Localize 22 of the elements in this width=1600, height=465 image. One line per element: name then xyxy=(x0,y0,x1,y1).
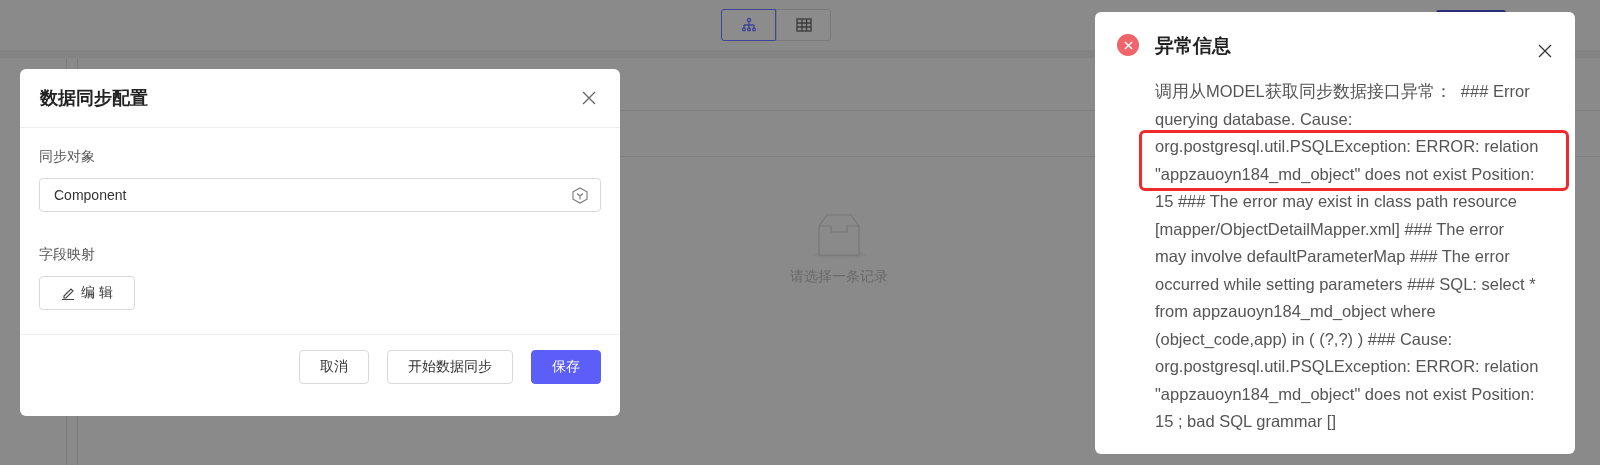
table-icon xyxy=(795,18,812,32)
close-icon xyxy=(1538,44,1552,58)
view-toggle[interactable] xyxy=(776,9,831,41)
dialog-button[interactable]: 开始数据同步 xyxy=(387,350,513,384)
error-message: 调用从MODEL获取同步数据接口异常： ### Error querying database. Cause: org.postgresql.util.PSQLException: ERROR: relation "appzauoyn184_md_object" does not exist Position: 15 ### The error may exist in class path resource [mapper/ObjectDetailMapper.xml] ### The error may involve defaultParameterMap ### The error occurred while setting parameters ### SQL: select * from appzauoyn184_md_object where (object_code,app) in ( (?,?) ) ### Cause: org.postgresql.util.PSQLException: ERROR: relation "appzauoyn184_md_object" does not exist Position: 15 ; bad SQL grammar [] xyxy=(1155,81,1540,432)
close-button[interactable] xyxy=(582,91,596,105)
cube-icon xyxy=(572,186,588,204)
hierarchy-icon xyxy=(740,17,757,33)
field-label: 字段映射 xyxy=(39,245,96,264)
error-title: 异常信息 xyxy=(1155,34,1232,58)
pencil-icon xyxy=(61,286,76,300)
dialog-title: 数据同步配置 xyxy=(40,87,148,110)
close-icon xyxy=(582,91,596,105)
edit-button[interactable]: 编 辑 xyxy=(39,276,135,310)
close-button[interactable] xyxy=(1538,44,1552,58)
field-label: 同步对象 xyxy=(39,147,96,166)
error-icon xyxy=(1117,34,1139,56)
select-value: Component xyxy=(54,187,127,203)
save-button[interactable]: 保存 xyxy=(531,350,601,384)
view-toggle[interactable] xyxy=(721,9,776,41)
select-field[interactable]: Component xyxy=(39,178,601,212)
dialog-button[interactable]: 取消 xyxy=(299,350,369,384)
